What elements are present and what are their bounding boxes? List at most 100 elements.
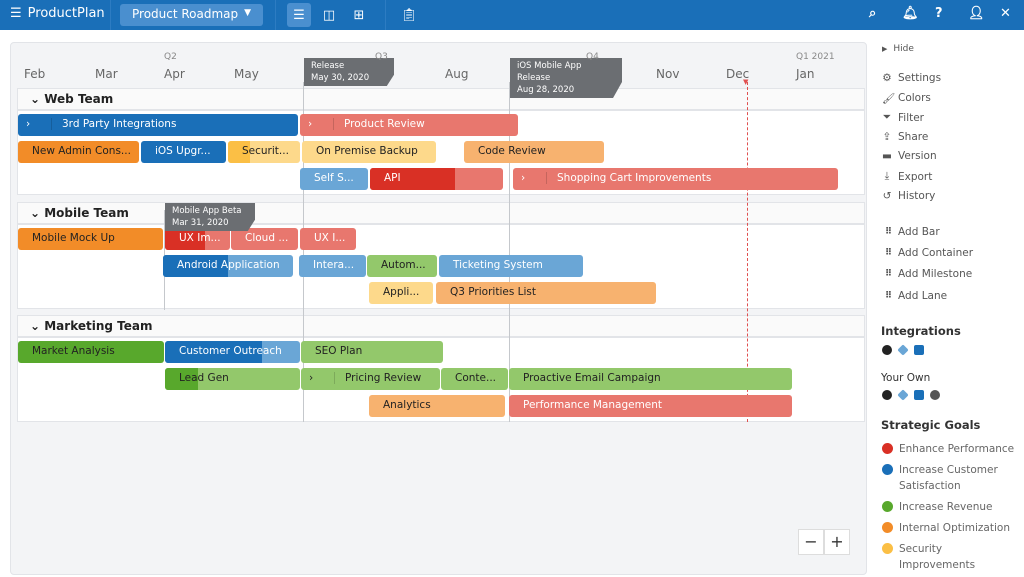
roadmap-bar[interactable]: Android Application xyxy=(163,255,293,277)
logo-icon: ☰ xyxy=(10,6,22,21)
expand-chevron-icon[interactable]: › xyxy=(26,118,52,130)
github-icon[interactable] xyxy=(882,390,892,400)
roadmap-bar[interactable]: › Shopping Cart Improvements xyxy=(513,168,838,190)
goal-label: Security Improvements xyxy=(899,543,976,571)
roadmap-bar[interactable]: Conte... xyxy=(441,368,508,390)
bar-label: UX I... xyxy=(314,232,346,244)
roadmap-bar[interactable]: Cloud ... xyxy=(231,228,298,250)
roadmap-bar[interactable]: SEO Plan xyxy=(301,341,443,363)
expand-chevron-icon[interactable]: › xyxy=(308,118,334,130)
roadmap-bar[interactable]: Code Review xyxy=(464,141,604,163)
roadmap-bar[interactable]: Self S... xyxy=(300,168,368,190)
bar-label: Shopping Cart Improvements xyxy=(557,172,712,184)
clipboard-icon[interactable]: 📋︎ xyxy=(397,3,421,27)
brand-logo[interactable]: ☰ ProductPlan xyxy=(10,6,105,21)
milestone-release[interactable]: Release May 30, 2020 xyxy=(304,58,394,86)
user-icon[interactable]: 👤︎ xyxy=(968,6,985,21)
sidebar-item-filter[interactable]: ⏷ Filter xyxy=(882,111,924,124)
strategic-goal[interactable]: Increase Revenue xyxy=(882,499,1017,515)
roadmap-bar[interactable]: Q3 Priorities List xyxy=(436,282,656,304)
milestone-date: Mar 31, 2020 xyxy=(172,218,229,228)
strategic-goal[interactable]: Internal Optimization xyxy=(882,520,1017,536)
strategic-goal[interactable]: Enhance Performance xyxy=(882,441,1017,457)
roadmap-bar[interactable]: Securit... xyxy=(228,141,300,163)
roadmap-bar[interactable]: UX Im... xyxy=(165,228,230,250)
roadmap-bar[interactable]: Performance Management xyxy=(509,395,792,417)
trello-icon[interactable] xyxy=(914,390,924,400)
jira-icon[interactable] xyxy=(897,344,909,356)
roadmap-bar[interactable]: New Admin Cons... xyxy=(18,141,139,163)
sidebar-item-share[interactable]: ⇪ Share xyxy=(882,130,929,143)
bars-view-icon[interactable]: ☰ xyxy=(287,3,311,27)
trello-icon[interactable] xyxy=(914,345,924,355)
sidebar-add-container[interactable]: ⠿ Add Container xyxy=(885,247,973,259)
table-view-icon[interactable]: ⊞ xyxy=(347,3,371,27)
search-icon[interactable]: ⌕ xyxy=(869,6,876,21)
menu-label: Share xyxy=(898,130,929,143)
roadmap-bar[interactable]: Analytics xyxy=(369,395,505,417)
sidebar-item-export[interactable]: ⤓ Export xyxy=(882,170,933,183)
roadmap-bar[interactable]: Autom... xyxy=(367,255,437,277)
fullscreen-icon[interactable]: ✕ xyxy=(1000,6,1011,21)
add-integration-icon[interactable] xyxy=(930,390,940,400)
lane-header-marketing-team[interactable]: ⌄ Marketing Team xyxy=(17,315,865,337)
bar-label: Analytics xyxy=(383,399,431,411)
hide-sidebar-button[interactable]: ▶ Hide xyxy=(882,44,914,54)
bell-icon[interactable]: 🔔︎ xyxy=(902,6,919,21)
caret-down-icon: ▼ xyxy=(244,8,251,18)
sidebar-add-bar[interactable]: ⠿ Add Bar xyxy=(885,226,940,238)
sidebar-item-version[interactable]: ▬ Version xyxy=(882,150,937,162)
roadmap-bar[interactable]: › 3rd Party Integrations xyxy=(18,114,298,136)
roadmap-bar[interactable]: UX I... xyxy=(300,228,356,250)
milestone-mobile-beta[interactable]: Mobile App Beta Mar 31, 2020 xyxy=(165,203,255,231)
roadmap-bar[interactable]: Ticketing System xyxy=(439,255,583,277)
bar-label: Pricing Review xyxy=(345,372,422,384)
roadmap-bar[interactable]: Appli... xyxy=(369,282,433,304)
zoom-in-button[interactable]: + xyxy=(824,529,850,555)
goal-color-dot xyxy=(882,501,893,512)
roadmap-bar[interactable]: › Pricing Review xyxy=(301,368,440,390)
zoom-out-button[interactable]: − xyxy=(798,529,824,555)
roadmap-bar[interactable]: Proactive Email Campaign xyxy=(509,368,792,390)
sidebar-item-settings[interactable]: ⚙ Settings xyxy=(882,72,941,84)
expand-chevron-icon[interactable]: › xyxy=(521,172,547,184)
lane-header-mobile-team[interactable]: ⌄ Mobile Team xyxy=(17,202,865,224)
strategic-goal[interactable]: Security Improvements xyxy=(882,541,1017,573)
strategic-goal[interactable]: Increase Customer Satisfaction xyxy=(882,462,1017,494)
goal-label: Enhance Performance xyxy=(899,443,1015,455)
bar-label: Ticketing System xyxy=(453,259,543,271)
roadmap-select[interactable]: Product Roadmap ▼ xyxy=(120,4,263,26)
roadmap-bar[interactable]: On Premise Backup xyxy=(302,141,436,163)
roadmap-bar[interactable]: API xyxy=(370,168,503,190)
bar-label: Performance Management xyxy=(523,399,663,411)
month-label: Mar xyxy=(95,67,118,81)
roadmap-bar[interactable]: Mobile Mock Up xyxy=(18,228,163,250)
jira-icon[interactable] xyxy=(897,389,909,401)
roadmap-bar[interactable]: iOS Upgr... xyxy=(141,141,226,163)
bar-label: Autom... xyxy=(381,259,426,271)
lane-header-web-team[interactable]: ⌄ Web Team xyxy=(17,88,865,110)
bar-label: Intera... xyxy=(313,259,355,271)
bar-label: Market Analysis xyxy=(32,345,115,357)
expand-chevron-icon[interactable]: › xyxy=(309,372,335,384)
add-label: Add Bar xyxy=(898,226,940,238)
bar-label: Appli... xyxy=(383,286,420,298)
sidebar-add-lane[interactable]: ⠿ Add Lane xyxy=(885,290,947,302)
month-label: Nov xyxy=(656,67,680,81)
bar-label: Cloud ... xyxy=(245,232,289,244)
help-icon[interactable]: ? xyxy=(935,6,943,21)
github-icon[interactable] xyxy=(882,345,892,355)
roadmap-bar[interactable]: Customer Outreach xyxy=(165,341,300,363)
month-label: Apr xyxy=(164,67,185,81)
roadmap-bar[interactable]: Market Analysis xyxy=(18,341,164,363)
roadmap-bar[interactable]: Intera... xyxy=(299,255,366,277)
goal-label: Increase Revenue xyxy=(899,501,993,513)
sidebar-item-colors[interactable]: 🖌︎ Colors xyxy=(882,92,931,105)
milestone-ios-release[interactable]: iOS Mobile App Release Aug 28, 2020 xyxy=(510,58,622,98)
columns-view-icon[interactable]: ◫ xyxy=(317,3,341,27)
roadmap-bar[interactable]: › Product Review xyxy=(300,114,518,136)
sidebar-add-milestone[interactable]: ⠿ Add Milestone xyxy=(885,268,972,280)
add-label: Add Container xyxy=(898,247,974,260)
sidebar-item-history[interactable]: ↺ History xyxy=(882,190,936,202)
roadmap-bar[interactable]: Lead Gen xyxy=(165,368,300,390)
